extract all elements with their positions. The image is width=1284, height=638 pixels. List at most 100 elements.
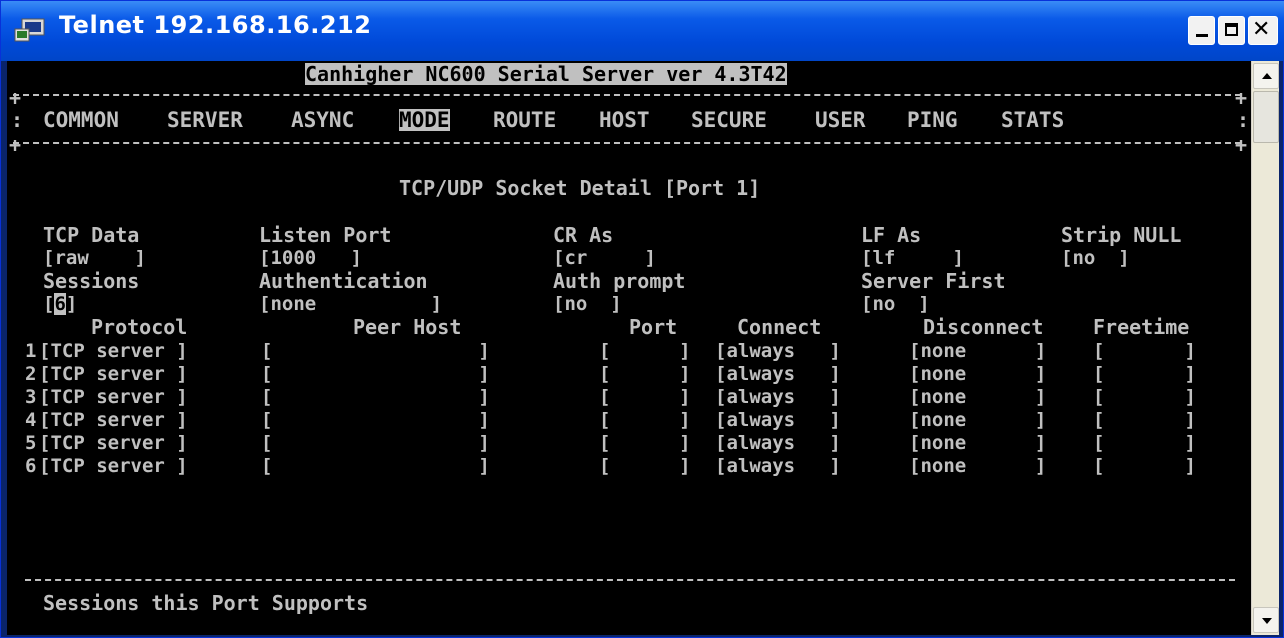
tcp-data-field[interactable]: [raw ] (43, 247, 146, 269)
connect-field[interactable]: [always ] (715, 455, 841, 477)
close-icon: ✕ (1252, 17, 1271, 42)
arrow-down-icon (1262, 618, 1272, 624)
sessions-value-cursor[interactable]: 6 (54, 293, 66, 315)
sessions-field[interactable]: [6] (43, 293, 77, 315)
disconnect-field[interactable]: [none ] (909, 432, 1046, 454)
port-field[interactable]: [ ] (599, 340, 691, 362)
listen-port-field[interactable]: [1000 ] (259, 247, 362, 269)
menu-border-left: : (11, 108, 24, 132)
server-first-field[interactable]: [no ] (861, 293, 930, 315)
minimize-button[interactable] (1188, 16, 1215, 45)
freetime-field[interactable]: [ ] (1093, 409, 1196, 431)
title-bar[interactable]: Telnet 192.168.16.212 ✕ (1, 1, 1284, 61)
peer-host-field[interactable]: [ ] (261, 363, 490, 385)
disconnect-field[interactable]: [none ] (909, 340, 1046, 362)
peer-host-field[interactable]: [ ] (261, 386, 490, 408)
port-field[interactable]: [ ] (599, 386, 691, 408)
tcp-data-label: TCP Data (43, 223, 140, 247)
divider-menu (13, 142, 1241, 144)
freetime-field[interactable]: [ ] (1093, 340, 1196, 362)
menu-mode[interactable]: MODE (399, 109, 450, 131)
protocol-field[interactable]: [TCP server ] (39, 409, 188, 431)
minimize-icon (1196, 34, 1208, 37)
protocol-field[interactable]: [TCP server ] (39, 363, 188, 385)
authentication-label: Authentication (259, 269, 428, 293)
protocol-field[interactable]: [TCP server ] (39, 432, 188, 454)
maximize-icon (1225, 23, 1238, 36)
menu-host[interactable]: HOST (599, 109, 650, 131)
lf-as-field[interactable]: [lf ] (861, 247, 964, 269)
menu-secure[interactable]: SECURE (691, 109, 767, 131)
status-help-text: Sessions this Port Supports (43, 591, 369, 615)
connect-field[interactable]: [always ] (715, 363, 841, 385)
menu-stats[interactable]: STATS (1001, 109, 1064, 131)
row-number: 5 (25, 432, 37, 454)
strip-null-label: Strip NULL (1061, 223, 1182, 247)
peer-host-field[interactable]: [ ] (261, 432, 490, 454)
divider-bottom (25, 579, 1235, 581)
col-freetime: Freetime (1093, 315, 1190, 339)
row-number: 4 (25, 409, 37, 431)
connect-field[interactable]: [always ] (715, 432, 841, 454)
strip-null-field[interactable]: [no ] (1061, 247, 1130, 269)
peer-host-field[interactable]: [ ] (261, 455, 490, 477)
auth-prompt-field[interactable]: [no ] (553, 293, 622, 315)
menu-common[interactable]: COMMON (43, 109, 119, 131)
scroll-up-button[interactable] (1253, 63, 1279, 89)
col-disconnect: Disconnect (923, 315, 1044, 339)
vertical-scrollbar[interactable] (1251, 61, 1279, 635)
connect-field[interactable]: [always ] (715, 409, 841, 431)
authentication-field[interactable]: [none ] (259, 293, 442, 315)
scroll-down-button[interactable] (1253, 607, 1279, 633)
telnet-window: Telnet 192.168.16.212 ✕ Canhigher NC600 … (0, 0, 1284, 638)
bracket: ] (65, 293, 78, 315)
freetime-field[interactable]: [ ] (1093, 432, 1196, 454)
protocol-field[interactable]: [TCP server ] (39, 386, 188, 408)
menu-route[interactable]: ROUTE (493, 109, 556, 131)
corner-plus: + (1235, 86, 1248, 110)
freetime-field[interactable]: [ ] (1093, 386, 1196, 408)
telnet-app-icon (14, 18, 45, 42)
maximize-button[interactable] (1218, 16, 1245, 45)
connect-field[interactable]: [always ] (715, 340, 841, 362)
corner-plus: + (1235, 133, 1248, 157)
freetime-field[interactable]: [ ] (1093, 455, 1196, 477)
port-field[interactable]: [ ] (599, 455, 691, 477)
col-connect: Connect (737, 315, 822, 339)
bracket: [ (43, 293, 55, 315)
protocol-field[interactable]: [TCP server ] (39, 340, 188, 362)
menu-border-right: : (1237, 108, 1250, 132)
freetime-field[interactable]: [ ] (1093, 363, 1196, 385)
disconnect-field[interactable]: [none ] (909, 455, 1046, 477)
menu-user[interactable]: USER (815, 109, 866, 131)
row-number: 3 (25, 386, 37, 408)
scroll-thumb[interactable] (1253, 91, 1279, 143)
section-title: TCP/UDP Socket Detail [Port 1] (399, 176, 761, 200)
menu-ping[interactable]: PING (907, 109, 958, 131)
cr-as-field[interactable]: [cr ] (553, 247, 656, 269)
peer-host-field[interactable]: [ ] (261, 340, 490, 362)
menu-async[interactable]: ASYNC (291, 109, 354, 131)
arrow-up-icon (1262, 73, 1272, 79)
disconnect-field[interactable]: [none ] (909, 386, 1046, 408)
port-field[interactable]: [ ] (599, 363, 691, 385)
lf-as-label: LF As (861, 223, 922, 247)
row-number: 2 (25, 363, 37, 385)
protocol-field[interactable]: [TCP server ] (39, 455, 188, 477)
row-number: 6 (25, 455, 37, 477)
disconnect-field[interactable]: [none ] (909, 409, 1046, 431)
sessions-label: Sessions (43, 269, 140, 293)
connect-field[interactable]: [always ] (715, 386, 841, 408)
header-banner: Canhigher NC600 Serial Server ver 4.3T42 (305, 62, 787, 86)
corner-plus: + (9, 133, 22, 157)
disconnect-field[interactable]: [none ] (909, 363, 1046, 385)
port-field[interactable]: [ ] (599, 409, 691, 431)
col-peer-host: Peer Host (353, 315, 462, 339)
terminal-screen[interactable]: Canhigher NC600 Serial Server ver 4.3T42… (7, 61, 1251, 635)
peer-host-field[interactable]: [ ] (261, 409, 490, 431)
divider-top (13, 94, 1241, 96)
menu-server[interactable]: SERVER (167, 109, 243, 131)
port-field[interactable]: [ ] (599, 432, 691, 454)
close-button[interactable]: ✕ (1248, 16, 1278, 45)
row-number: 1 (25, 340, 37, 362)
